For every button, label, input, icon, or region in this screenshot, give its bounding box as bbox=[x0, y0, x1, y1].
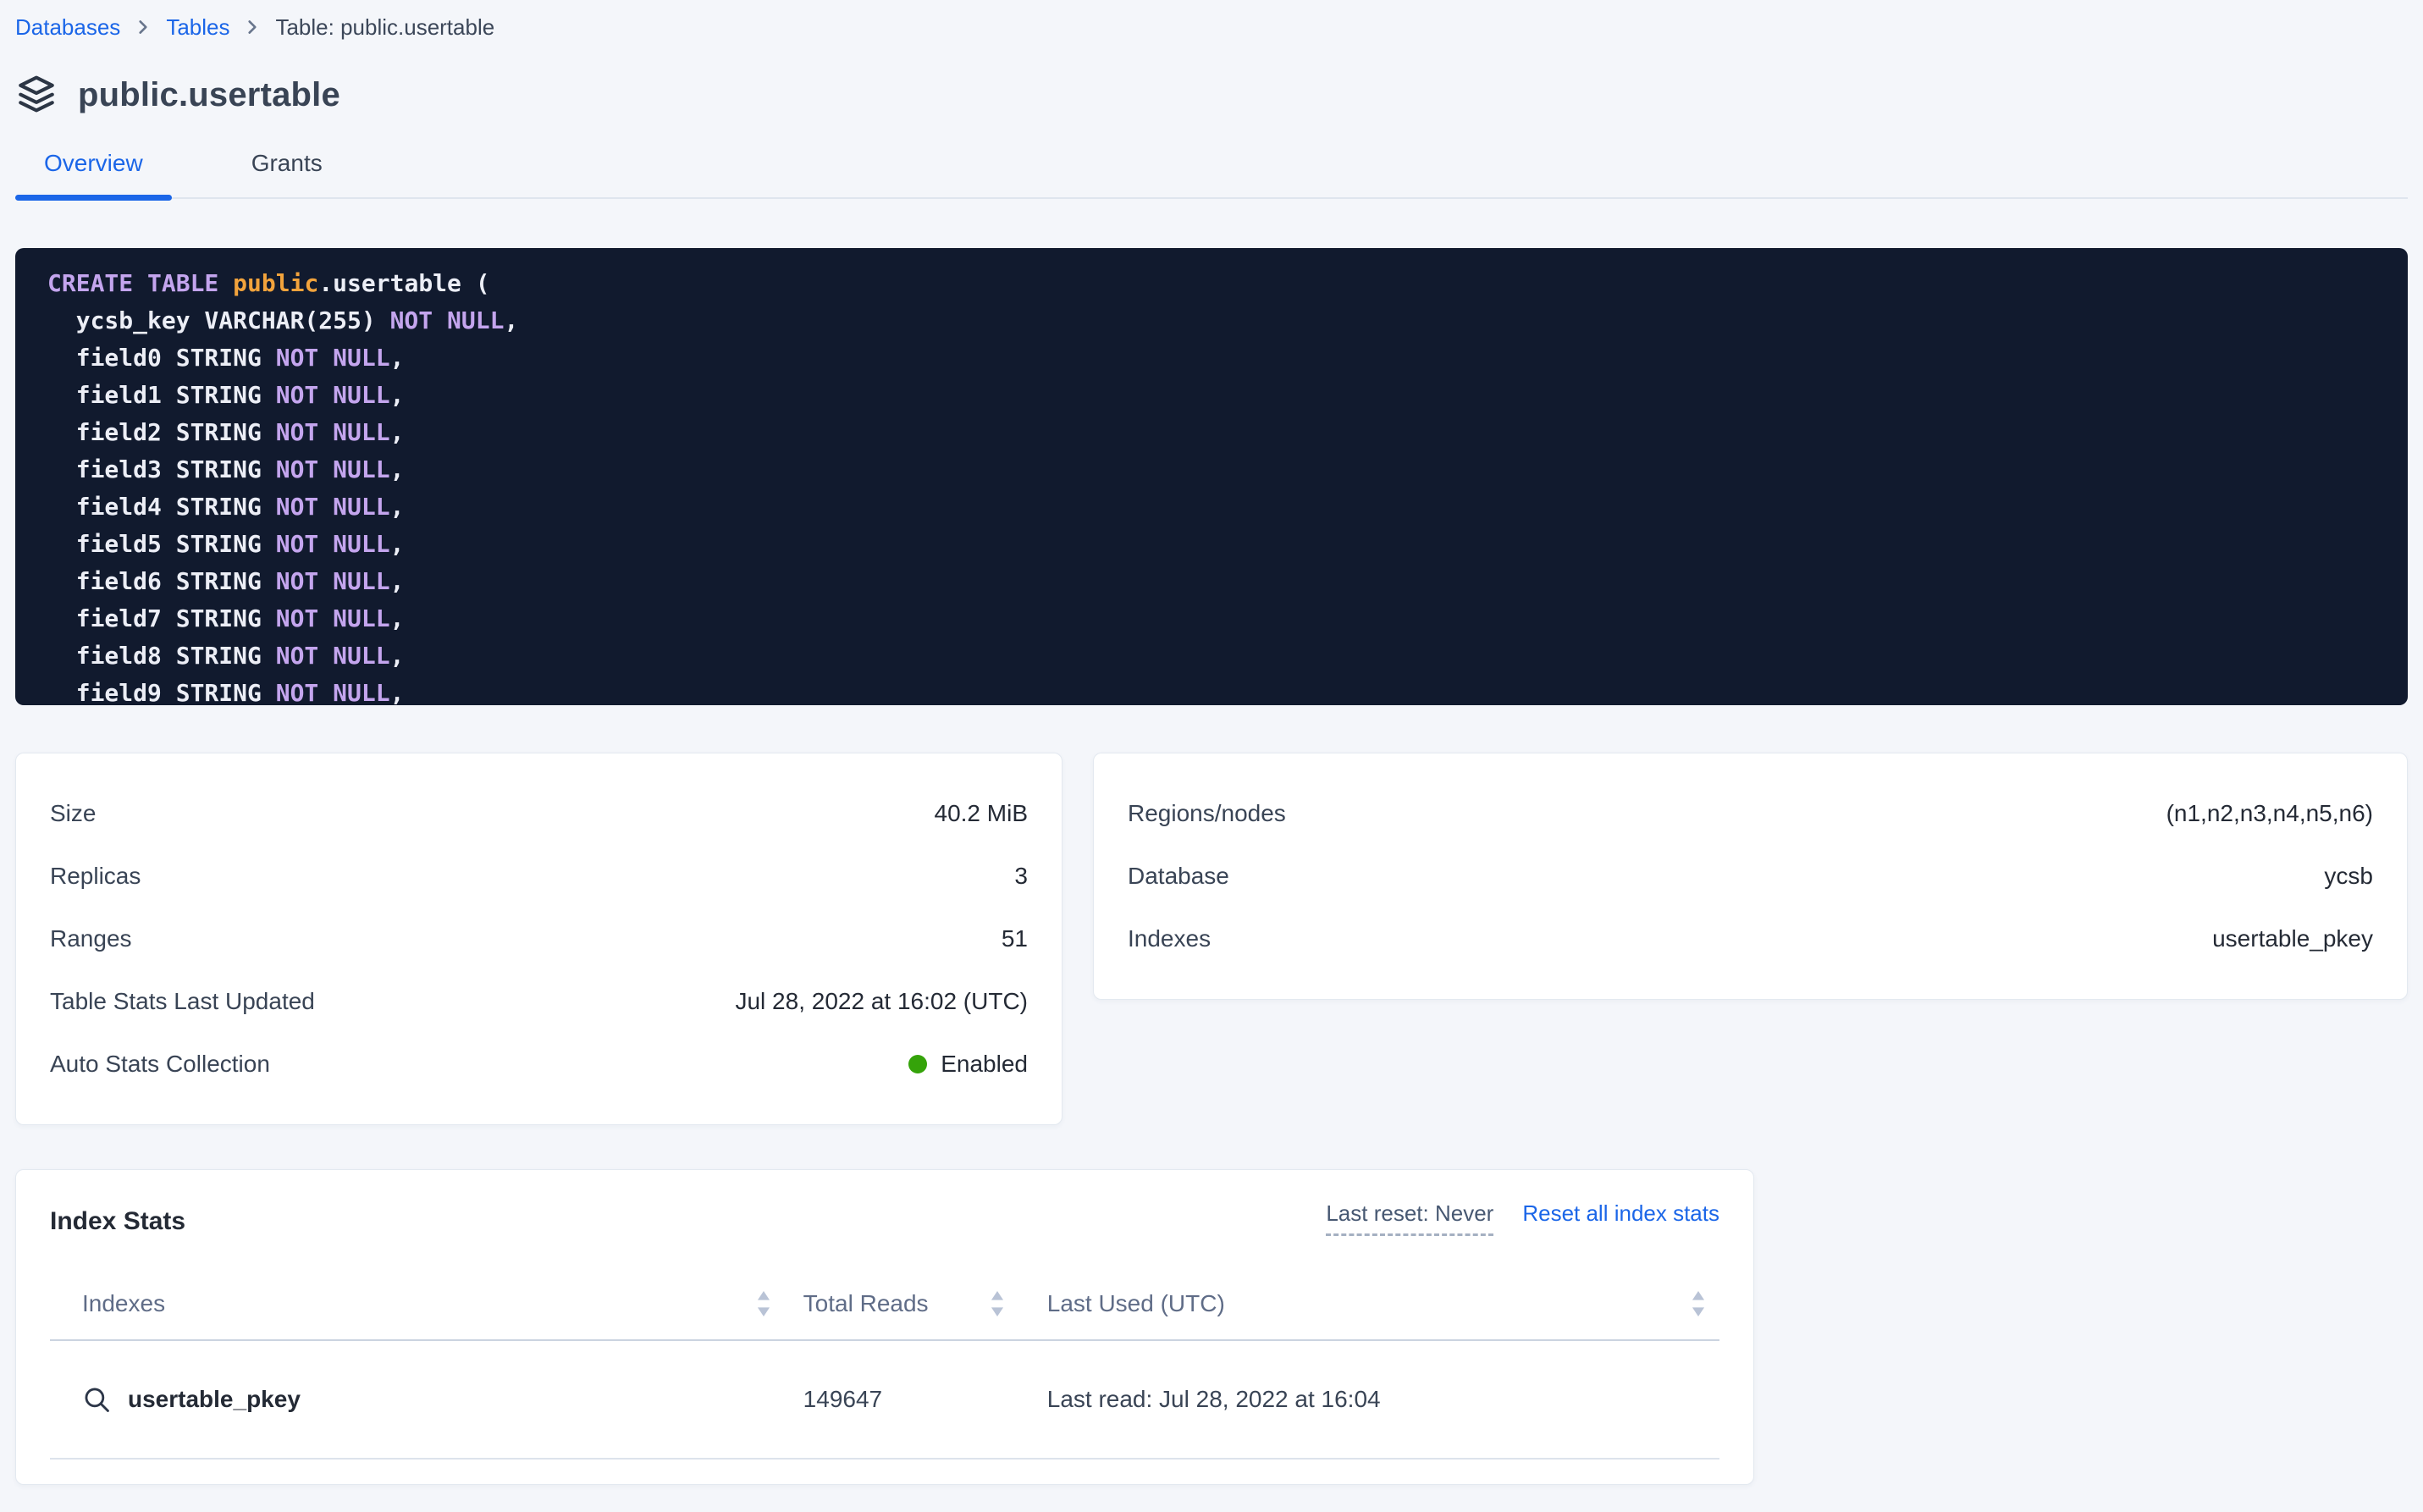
search-icon bbox=[82, 1385, 111, 1414]
code-line: ycsb_key VARCHAR(255) NOT NULL, bbox=[47, 302, 2382, 339]
reset-index-stats-link[interactable]: Reset all index stats bbox=[1522, 1200, 1719, 1227]
tab-bar: Overview Grants bbox=[15, 150, 2408, 199]
code-line: field7 STRING NOT NULL, bbox=[47, 600, 2382, 637]
index-name-link[interactable]: usertable_pkey bbox=[128, 1386, 301, 1413]
create-table-statement: CREATE TABLE public.usertable ( ycsb_key… bbox=[15, 248, 2408, 705]
code-line: CREATE TABLE public.usertable ( bbox=[47, 265, 2382, 302]
stat-row-replicas: Replicas 3 bbox=[50, 845, 1028, 908]
database-summary-card: Regions/nodes (n1,n2,n3,n4,n5,n6) Databa… bbox=[1093, 753, 2408, 1000]
last-used-value: Last read: Jul 28, 2022 at 16:04 bbox=[1018, 1386, 1719, 1413]
stat-row-ranges: Ranges 51 bbox=[50, 908, 1028, 970]
status-badge: Enabled bbox=[941, 1051, 1028, 1078]
layers-stack-icon bbox=[15, 71, 58, 119]
index-stats-table: Indexes Total Reads Last Used (UTC) user… bbox=[50, 1290, 1719, 1460]
index-stats-card: Index Stats Last reset: Never Reset all … bbox=[15, 1169, 1754, 1485]
code-line: field4 STRING NOT NULL, bbox=[47, 488, 2382, 526]
status-dot-enabled bbox=[908, 1055, 927, 1073]
stat-row-table-stats-last-updated: Table Stats Last Updated Jul 28, 2022 at… bbox=[50, 970, 1028, 1033]
stat-row-size: Size 40.2 MiB bbox=[50, 782, 1028, 845]
code-line: field6 STRING NOT NULL, bbox=[47, 563, 2382, 600]
page-title: public.usertable bbox=[78, 76, 340, 114]
code-line: field1 STRING NOT NULL, bbox=[47, 377, 2382, 414]
column-header-indexes[interactable]: Indexes bbox=[50, 1290, 785, 1317]
stat-row-database: Database ycsb bbox=[1128, 845, 2373, 908]
sort-icon bbox=[990, 1291, 1005, 1316]
page-header: public.usertable bbox=[15, 71, 2408, 119]
column-header-total-reads[interactable]: Total Reads bbox=[785, 1290, 1018, 1317]
code-line: field9 STRING NOT NULL, bbox=[47, 675, 2382, 705]
table-details-page: Databases Tables Table: public.usertable… bbox=[0, 0, 2423, 1512]
stat-row-regions-nodes: Regions/nodes (n1,n2,n3,n4,n5,n6) bbox=[1128, 782, 2373, 845]
code-line: field3 STRING NOT NULL, bbox=[47, 451, 2382, 488]
table-summary-card: Size 40.2 MiB Replicas 3 Ranges 51 Table… bbox=[15, 753, 1062, 1125]
code-line: field5 STRING NOT NULL, bbox=[47, 526, 2382, 563]
index-row-usertable-pkey: usertable_pkey 149647 Last read: Jul 28,… bbox=[50, 1341, 1719, 1460]
sort-icon bbox=[756, 1291, 771, 1316]
stat-row-indexes: Indexes usertable_pkey bbox=[1128, 908, 2373, 970]
code-line: field0 STRING NOT NULL, bbox=[47, 339, 2382, 377]
column-header-last-used[interactable]: Last Used (UTC) bbox=[1018, 1290, 1719, 1317]
index-stats-title: Index Stats bbox=[50, 1207, 185, 1236]
chevron-right-icon bbox=[243, 18, 262, 36]
tab-grants[interactable]: Grants bbox=[223, 150, 351, 197]
last-reset-label: Last reset: Never bbox=[1326, 1200, 1493, 1236]
breadcrumb-link-databases[interactable]: Databases bbox=[15, 14, 120, 41]
breadcrumb: Databases Tables Table: public.usertable bbox=[15, 12, 2408, 42]
chevron-right-icon bbox=[134, 18, 152, 36]
breadcrumb-current: Table: public.usertable bbox=[275, 14, 494, 41]
sort-icon bbox=[1691, 1291, 1706, 1316]
summary-cards-row: Size 40.2 MiB Replicas 3 Ranges 51 Table… bbox=[15, 753, 2408, 1125]
total-reads-value: 149647 bbox=[785, 1386, 1018, 1413]
code-line: field2 STRING NOT NULL, bbox=[47, 414, 2382, 451]
code-line: field8 STRING NOT NULL, bbox=[47, 637, 2382, 675]
breadcrumb-link-tables[interactable]: Tables bbox=[166, 14, 229, 41]
index-stats-table-header: Indexes Total Reads Last Used (UTC) bbox=[50, 1290, 1719, 1341]
stat-row-auto-stats-collection: Auto Stats Collection Enabled bbox=[50, 1033, 1028, 1095]
tab-overview[interactable]: Overview bbox=[15, 150, 172, 197]
